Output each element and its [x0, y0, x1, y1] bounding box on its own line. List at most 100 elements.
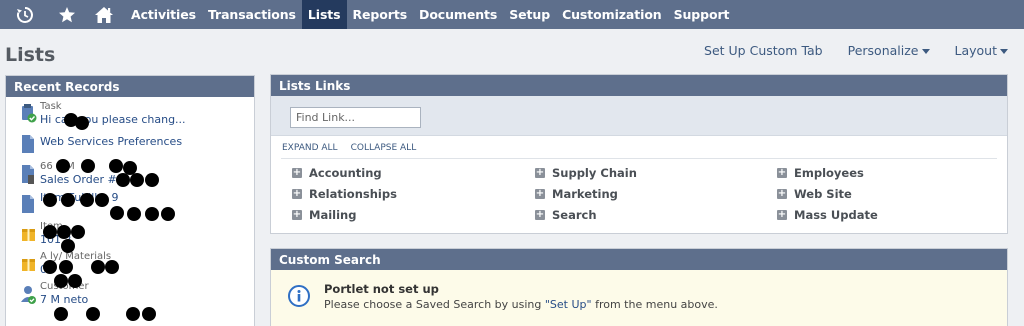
expand-collapse-controls: EXPAND ALL COLLAPSE ALL	[271, 136, 1007, 153]
page-actions: Set Up Custom Tab Personalize Layout	[679, 43, 1008, 58]
list-item[interactable]: Task Hi can you please chang...	[20, 101, 254, 127]
redaction-mark	[145, 207, 159, 221]
list-item[interactable]: Web Services Preferences	[20, 131, 254, 157]
expand-all-link[interactable]: EXPAND ALL	[282, 143, 338, 153]
redaction-mark	[80, 193, 94, 207]
redaction-mark	[43, 260, 57, 274]
nav-transactions[interactable]: Transactions	[202, 0, 302, 29]
notice-title: Portlet not set up	[324, 282, 439, 296]
category-label: Relationships	[309, 187, 397, 201]
redaction-mark	[86, 307, 100, 321]
link-category-supply-chain[interactable]: + Supply Chain	[535, 166, 777, 180]
info-icon	[288, 285, 310, 307]
link-category-web-site[interactable]: + Web Site	[777, 187, 992, 201]
link-category-mailing[interactable]: + Mailing	[292, 208, 535, 222]
category-label: Supply Chain	[552, 166, 637, 180]
star-icon[interactable]	[50, 0, 83, 29]
nav-reports[interactable]: Reports	[347, 0, 414, 29]
collapse-all-link[interactable]: COLLAPSE ALL	[351, 143, 417, 153]
redaction-mark	[59, 260, 73, 274]
record-link[interactable]: Hi can you please chang...	[40, 113, 186, 127]
notice-message: Please choose a Saved Search by using "S…	[324, 298, 718, 311]
layout-label: Layout	[954, 43, 998, 58]
redaction-mark	[105, 260, 119, 274]
category-label: Marketing	[552, 187, 618, 201]
item-box-icon	[22, 229, 35, 241]
notice-prefix: Please choose a Saved Search by using	[324, 298, 545, 311]
redaction-mark	[142, 307, 156, 321]
set-up-custom-tab-link[interactable]: Set Up Custom Tab	[704, 43, 823, 58]
redaction-mark	[161, 207, 175, 221]
link-category-relationships[interactable]: + Relationships	[292, 187, 535, 201]
category-label: Web Site	[794, 187, 852, 201]
redaction-mark	[126, 307, 140, 321]
divider	[281, 158, 997, 159]
category-label: Search	[552, 208, 597, 222]
task-icon	[22, 104, 37, 123]
record-link[interactable]: 7 M neto	[40, 293, 89, 307]
category-label: Accounting	[309, 166, 382, 180]
caret-down-icon	[1000, 49, 1008, 54]
nav-lists[interactable]: Lists	[301, 0, 347, 29]
category-label: Mass Update	[794, 208, 878, 222]
layout-menu[interactable]: Layout	[954, 43, 1008, 58]
home-icon[interactable]	[83, 0, 125, 29]
link-category-marketing[interactable]: + Marketing	[535, 187, 777, 201]
redaction-mark	[130, 173, 144, 187]
redaction-mark	[61, 239, 75, 253]
plus-icon: +	[292, 209, 302, 220]
nav-support[interactable]: Support	[668, 0, 736, 29]
redaction-mark	[81, 159, 95, 173]
set-up-custom-tab-label: Set Up Custom Tab	[704, 43, 823, 58]
recent-history-icon[interactable]	[0, 0, 50, 29]
plus-icon: +	[777, 167, 787, 178]
category-label: Mailing	[309, 208, 357, 222]
record-type: Task	[40, 101, 62, 112]
item-box-icon	[22, 259, 35, 271]
plus-icon: +	[777, 188, 787, 199]
redaction-mark	[54, 274, 68, 288]
find-link-input[interactable]	[290, 107, 421, 128]
nav-setup[interactable]: Setup	[503, 0, 556, 29]
personalize-label: Personalize	[847, 43, 919, 58]
recent-records-portlet: Recent Records Task Hi can you please ch…	[5, 75, 255, 326]
link-category-grid: + Accounting + Supply Chain + Employees + Re…	[292, 166, 992, 222]
link-category-mass-update[interactable]: + Mass Update	[777, 208, 992, 222]
redaction-mark	[61, 193, 75, 207]
caret-down-icon	[921, 49, 930, 54]
find-link-bar	[271, 96, 1007, 136]
nav-activities[interactable]: Activities	[125, 0, 202, 29]
redaction-mark	[71, 225, 85, 239]
plus-icon: +	[535, 188, 545, 199]
personalize-menu[interactable]: Personalize	[848, 43, 930, 58]
custom-search-title: Custom Search	[271, 249, 1007, 270]
redaction-mark	[145, 173, 159, 187]
redaction-mark	[109, 159, 123, 173]
redaction-mark	[116, 173, 130, 187]
redaction-mark	[91, 260, 105, 274]
top-navigation: Activities Transactions Lists Reports Do…	[0, 0, 1024, 29]
redaction-mark	[43, 225, 57, 239]
redaction-mark	[56, 159, 70, 173]
redaction-mark	[110, 206, 124, 220]
recent-records-title: Recent Records	[6, 76, 254, 97]
plus-icon: +	[535, 167, 545, 178]
record-link[interactable]: Sales Order # 2	[40, 173, 127, 187]
lists-links-title: Lists Links	[271, 75, 1007, 96]
redaction-mark	[127, 207, 141, 221]
nav-customization[interactable]: Customization	[556, 0, 668, 29]
customer-icon	[21, 286, 36, 304]
notice-suffix: from the menu above.	[591, 298, 718, 311]
plus-icon: +	[777, 209, 787, 220]
link-category-search[interactable]: + Search	[535, 208, 777, 222]
plus-icon: +	[292, 188, 302, 199]
nav-documents[interactable]: Documents	[413, 0, 503, 29]
sales-order-icon	[22, 165, 34, 184]
document-icon	[22, 135, 34, 153]
link-category-accounting[interactable]: + Accounting	[292, 166, 535, 180]
redaction-mark	[54, 307, 68, 321]
link-category-employees[interactable]: + Employees	[777, 166, 992, 180]
document-icon	[22, 195, 34, 213]
record-link[interactable]: Web Services Preferences	[40, 131, 182, 153]
set-up-reference: "Set Up"	[544, 298, 592, 311]
